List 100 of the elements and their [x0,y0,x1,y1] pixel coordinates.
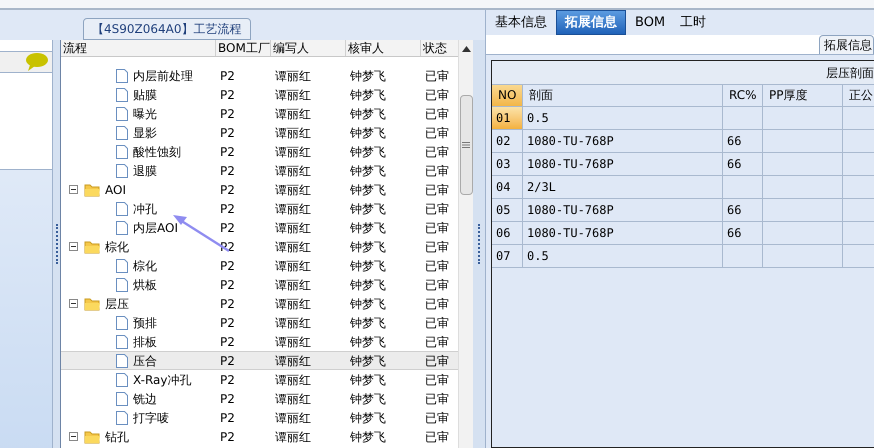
tree-row[interactable]: 层压 P2 谭丽红 钟梦飞 已审 [61,294,458,313]
tree-row[interactable]: 棕化 P2 谭丽红 钟梦飞 已审 [61,256,458,275]
tree-row[interactable]: AOI P2 谭丽红 钟梦飞 已审 [61,180,458,199]
row-header[interactable]: 05 [492,199,523,221]
step-name: 打字唛 [133,410,169,426]
tree-row[interactable]: 内层前处理 P2 谭丽红 钟梦飞 已审 [61,66,458,85]
column-header[interactable]: NO [492,85,523,106]
splitter-handle[interactable] [56,224,58,264]
table-title: 层压剖面 [826,64,874,82]
column-header[interactable]: 剖面 [523,85,723,106]
table-cell: 已审 [425,334,449,348]
table-cell: 已审 [425,126,449,140]
table-cell: 谭丽红 [275,68,311,82]
tab[interactable]: 基本信息 [489,10,553,35]
table-cell: 已审 [425,430,449,444]
tree-row[interactable]: 退膜 P2 谭丽红 钟梦飞 已审 [61,161,458,180]
table-cell: 钟梦飞 [350,430,386,444]
tree-row[interactable]: 酸性蚀刻 P2 谭丽红 钟梦飞 已审 [61,142,458,161]
row-header[interactable]: 02 [492,130,523,152]
column-header[interactable]: PP厚度 [763,85,843,106]
scrollbar[interactable] [458,40,473,448]
document-icon [115,124,129,140]
table-cell: 谭丽红 [275,240,311,254]
collapse-icon[interactable] [69,432,78,441]
tree-row[interactable]: 铣边 P2 谭丽红 钟梦飞 已审 [61,389,458,408]
collapse-icon[interactable] [69,299,78,308]
scroll-thumb[interactable] [460,95,472,195]
row-header[interactable]: 01 [492,107,523,129]
table-cell: 66 [727,157,742,171]
column-header[interactable]: 状态 [423,41,447,55]
folder-icon [84,428,101,444]
table-cell: P2 [220,126,235,140]
table-cell: 谭丽红 [275,164,311,178]
column-header[interactable]: 正公 [843,85,874,106]
tree-row[interactable]: 内层AOI P2 谭丽红 钟梦飞 已审 [61,218,458,237]
table-cell: 0.5 [527,249,549,263]
table-cell: 07 [496,249,510,263]
table-cell: P2 [220,316,235,330]
step-name: 棕化 [105,238,129,256]
table-cell: 05 [496,203,510,217]
table-row[interactable]: 03 1080-TU-768P 66 [492,153,874,176]
tree-row[interactable]: X-Ray冲孔 P2 谭丽红 钟梦飞 已审 [61,370,458,389]
row-header[interactable]: 06 [492,222,523,244]
table-cell: 66 [727,203,742,217]
table-cell: P2 [220,202,235,216]
table-cell: 谭丽红 [275,182,311,196]
table-cell: 02 [496,134,510,148]
scroll-up-icon[interactable] [462,46,470,52]
table-row[interactable]: 07 0.5 [492,245,874,268]
collapse-icon[interactable] [69,185,78,194]
column-header[interactable]: 编写人 [273,41,309,55]
tree-row[interactable]: 贴膜 P2 谭丽红 钟梦飞 已审 [61,85,458,104]
document-icon [115,200,129,216]
tree-row[interactable]: 打字唛 P2 谭丽红 钟梦飞 已审 [61,408,458,427]
column-header[interactable]: 流程 [63,41,87,55]
table-row[interactable]: 02 1080-TU-768P 66 [492,130,874,153]
table-cell: 谭丽红 [275,126,311,140]
step-name: 酸性蚀刻 [133,144,181,160]
column-header[interactable]: BOM工厂 [218,41,270,55]
table-cell: P2 [220,144,235,158]
step-name: 退膜 [133,162,157,180]
table-row[interactable]: 06 1080-TU-768P 66 [492,222,874,245]
tree-row[interactable]: 预排 P2 谭丽红 钟梦飞 已审 [61,313,458,332]
table-cell: 1080-TU-768P [527,203,614,217]
tab[interactable]: 工时 [674,10,712,35]
step-name: 棕化 [133,258,157,274]
row-header[interactable]: 07 [492,245,523,267]
tree-row[interactable]: 曝光 P2 谭丽红 钟梦飞 已审 [61,104,458,123]
table-cell: P2 [220,68,235,82]
table-row[interactable]: 05 1080-TU-768P 66 [492,199,874,222]
splitter-handle[interactable] [478,224,480,264]
table-cell: 已审 [425,202,449,216]
table-row[interactable]: 04 2/3L [492,176,874,199]
tree-row[interactable]: 烘板 P2 谭丽红 钟梦飞 已审 [61,275,458,294]
tree-row[interactable]: 压合 P2 谭丽红 钟梦飞 已审 [61,351,458,370]
column-header[interactable]: RC% [723,85,763,106]
tree-row[interactable]: 排板 P2 谭丽红 钟梦飞 已审 [61,332,458,351]
tree-row[interactable]: 冲孔 P2 谭丽红 钟梦飞 已审 [61,199,458,218]
tree-row[interactable]: 显影 P2 谭丽红 钟梦飞 已审 [61,123,458,142]
step-name: 预排 [133,314,157,332]
table-cell: 钟梦飞 [350,258,386,272]
folder-icon [84,182,101,198]
collapse-icon[interactable] [69,242,78,251]
tab[interactable]: BOM [629,10,672,35]
table-cell: 已审 [425,278,449,292]
folder-icon [84,296,101,312]
table-row[interactable]: 01 0.5 [492,107,874,130]
tree-row[interactable]: 钻孔 P2 谭丽红 钟梦飞 已审 [61,427,458,446]
table-cell: 钟梦飞 [350,354,386,368]
tab[interactable]: 拓展信息 [556,10,626,35]
document-icon [115,352,129,368]
row-header[interactable]: 04 [492,176,523,198]
group-title: 【4S90Z064A0】工艺流程 [83,18,250,40]
column-header[interactable]: 核审人 [348,41,384,55]
table-cell: P2 [220,278,235,292]
row-header[interactable]: 03 [492,153,523,175]
table-cell: P2 [220,392,235,406]
step-name: 钻孔 [105,428,129,446]
table-cell: 已审 [425,220,449,234]
table-cell: 已审 [425,410,449,424]
